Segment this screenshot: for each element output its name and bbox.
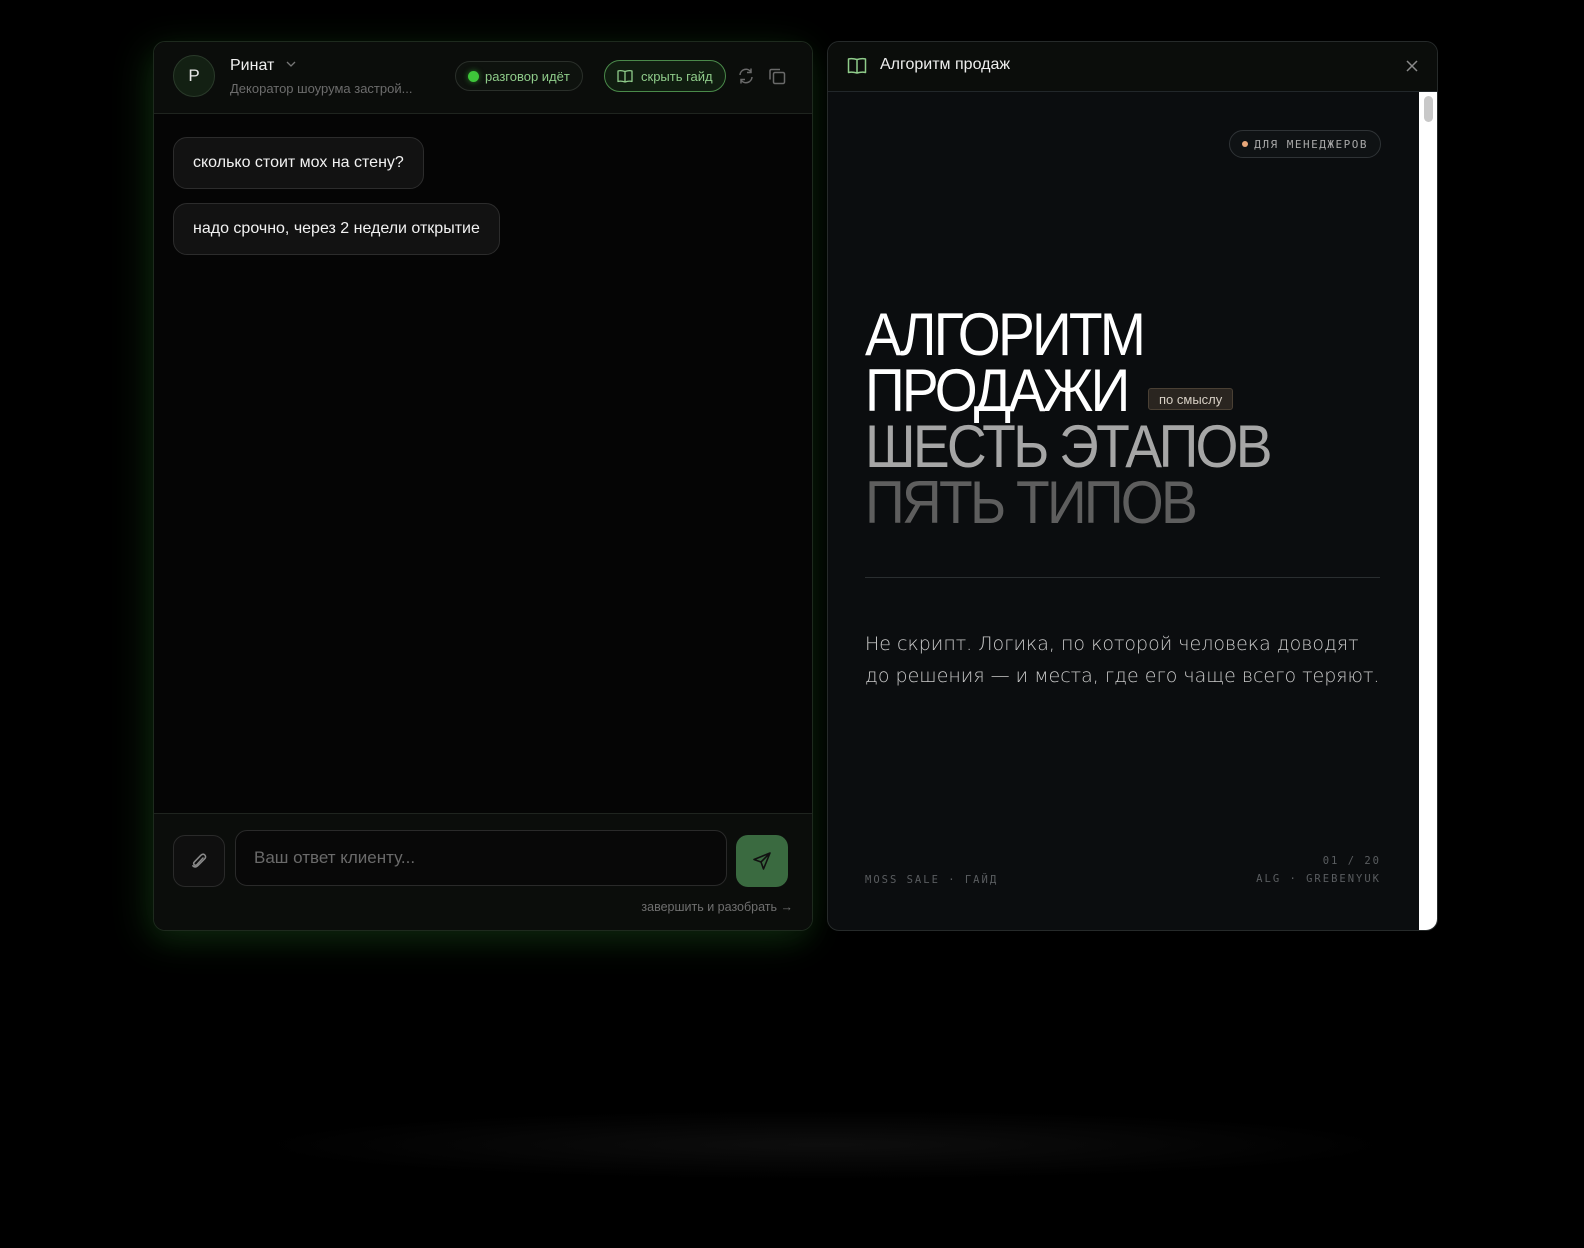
avatar[interactable]: Р: [173, 55, 215, 97]
hero-line-3: ШЕСТЬ ЭТАПОВ: [865, 413, 1273, 480]
guide-header: Алгоритм продаж: [828, 42, 1437, 92]
guide-panel-title: Алгоритм продаж: [880, 56, 1011, 73]
guide-footer-left: MOSS SALE · ГАЙД: [865, 874, 999, 886]
hide-guide-button[interactable]: скрыть гайд: [604, 60, 726, 92]
page-indicator: 01 / 20: [1322, 855, 1381, 867]
guide-panel: Алгоритм продаж ДЛЯ МЕНЕДЖЕРОВ АЛГОРИТМ …: [827, 41, 1438, 931]
finish-and-review-link[interactable]: завершить и разобрать →: [641, 900, 793, 914]
guide-hero-title: АЛГОРИТМ ПРОДАЖИ ШЕСТЬ ЭТАПОВ ПЯТЬ ТИПОВ: [865, 301, 1273, 536]
close-icon[interactable]: [1403, 57, 1421, 75]
reply-input[interactable]: [235, 830, 727, 886]
chat-header: Р Ринат Декоратор шоурума застрой... раз…: [154, 42, 812, 114]
audience-badge-label: ДЛЯ МЕНЕДЖЕРОВ: [1254, 137, 1368, 151]
divider: [865, 577, 1380, 578]
scroll-thumb[interactable]: [1424, 96, 1433, 122]
copy-icon[interactable]: [767, 66, 787, 86]
composer: завершить и разобрать →: [154, 813, 812, 930]
status-dot-icon: [468, 70, 479, 82]
audience-badge: ДЛЯ МЕНЕДЖЕРОВ: [1229, 130, 1381, 158]
send-button[interactable]: [736, 835, 788, 887]
book-icon: [617, 69, 633, 83]
guide-footer-right: 01 / 20 ALG · GREBENYUK: [1256, 852, 1381, 888]
book-icon: [847, 57, 867, 74]
hero-line-1: АЛГОРИТМ: [865, 301, 1146, 368]
chat-panel: Р Ринат Декоратор шоурума застрой... раз…: [153, 41, 813, 931]
status-label: разговор идёт: [485, 68, 570, 84]
client-message: сколько стоит мох на стену?: [173, 137, 424, 189]
paperclip-icon: [192, 853, 207, 868]
status-badge: разговор идёт: [455, 61, 583, 91]
client-subtitle: Декоратор шоурума застрой...: [230, 81, 413, 96]
send-icon: [753, 852, 771, 870]
client-message: надо срочно, через 2 недели открытие: [173, 203, 500, 255]
hide-guide-label: скрыть гайд: [641, 68, 713, 84]
message-list: сколько стоит мох на стену? надо срочно,…: [173, 137, 500, 269]
badge-dot-icon: [1242, 141, 1249, 147]
refresh-icon[interactable]: [736, 66, 756, 86]
scrollbar[interactable]: [1419, 92, 1437, 930]
hero-tag: по смыслу: [1148, 388, 1234, 410]
attach-button[interactable]: [173, 835, 225, 887]
chevron-down-icon[interactable]: [285, 57, 297, 71]
guide-author: ALG · GREBENYUK: [1256, 873, 1381, 885]
client-name[interactable]: Ринат: [230, 57, 274, 75]
hero-line-4: ПЯТЬ ТИПОВ: [865, 469, 1198, 536]
guide-lead-text: Не скрипт. Логика, по которой человека д…: [865, 633, 1380, 687]
floor-reflection: [250, 1110, 1400, 1180]
